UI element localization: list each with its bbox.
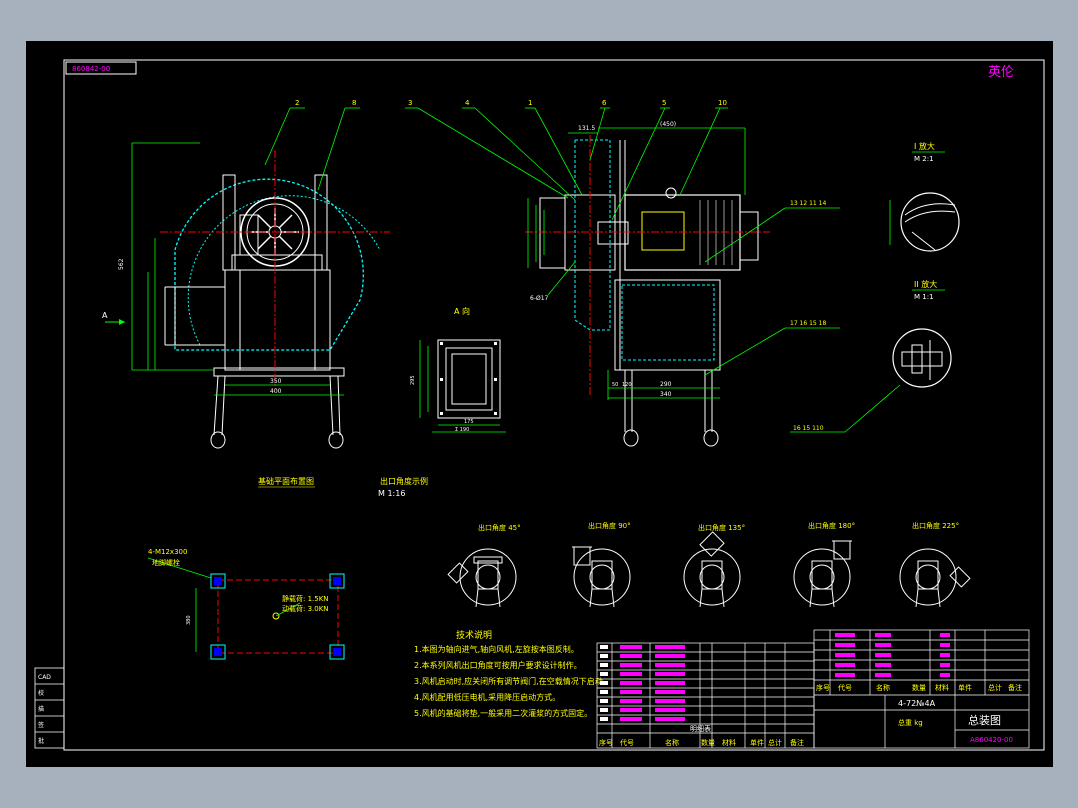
cad-drawing: 860842-00 英伦 CAD 校 描 签 批 562 350 400 A 2… — [34, 59, 1045, 751]
bolt-label: 6-Ø17 — [530, 295, 549, 302]
flange-w1: 175 — [464, 419, 474, 425]
view-a-flange — [419, 339, 506, 433]
callout-5: 5 — [662, 99, 666, 107]
notes-heading: 技术说明 — [456, 629, 492, 641]
outlet-135-label: 出口角度 135° — [698, 523, 745, 532]
outlet-examples — [447, 531, 971, 608]
svg-text:数量: 数量 — [701, 738, 715, 747]
svg-text:备注: 备注 — [1008, 683, 1022, 692]
outlet-180-label: 出口角度 180° — [808, 521, 855, 530]
side-width-2: 340 — [660, 391, 672, 398]
margin-row-4: 签 — [38, 721, 44, 729]
callout-10: 10 — [718, 99, 727, 107]
outlet-225-label: 出口角度 225° — [912, 521, 959, 530]
svg-text:代号: 代号 — [620, 738, 634, 747]
flange-w2: Σ 190 — [455, 427, 469, 433]
outlet-scale: M 1:16 — [378, 489, 405, 498]
load-dynamic: 动载荷: 3.0KN — [282, 604, 329, 613]
detail-ii-label: II 放大 — [914, 279, 937, 289]
outlet-135 — [683, 531, 741, 608]
outlet-45-label: 出口角度 45° — [478, 523, 521, 532]
note-5: 5.风机的基础将垫,一般采用二次灌浆的方式固定。 — [414, 708, 592, 718]
view-a-arrow-label: A — [102, 311, 108, 320]
detail-i — [889, 192, 960, 252]
svg-text:名称: 名称 — [665, 738, 679, 747]
margin-row-2: 校 — [38, 689, 44, 697]
model-name: 4-72№4A — [898, 699, 936, 708]
side-small-2: 120 — [622, 382, 632, 388]
outlet-225 — [899, 548, 971, 608]
title-block-entries — [835, 633, 950, 677]
margin-row-1: CAD — [38, 674, 51, 681]
outlet-45 — [447, 548, 517, 608]
detail-i-scale: M 2:1 — [914, 155, 934, 163]
detail-i-label: I 放大 — [914, 141, 935, 151]
load-static: 静载荷: 1.5KN — [282, 594, 329, 603]
bom-headers: 序号 代号 名称 数量 材料 单件 总计 备注 — [599, 738, 804, 747]
note-4: 4.风机配用低压电机,采用降压启动方式。 — [414, 692, 560, 702]
callout-6: 6 — [602, 99, 607, 107]
foundation-bolt-note: 地脚螺栓 — [152, 558, 180, 567]
callout-group-2: 17 16 15 18 — [790, 320, 826, 327]
foundation-bolts: 4-M12x300 — [148, 548, 187, 556]
svg-text:材料: 材料 — [722, 738, 736, 747]
callout-2: 2 — [295, 99, 299, 107]
outlet-90 — [572, 546, 631, 608]
main-width-dim-1: 350 — [270, 378, 282, 385]
foundation-label: 基础平面布置图 — [258, 476, 314, 486]
corner-mark: 英伦 — [988, 65, 1014, 80]
svg-text:单件: 单件 — [958, 683, 972, 692]
callout-group-1: 13 12 11 14 — [790, 200, 826, 207]
side-dim-motor: (450) — [660, 121, 676, 128]
side-width-1: 290 — [660, 381, 672, 388]
bom-mid-header: 明细表 — [690, 724, 711, 733]
drawing-number: A860420-00 — [970, 736, 1013, 744]
callout-8: 8 — [352, 99, 356, 107]
svg-text:序号: 序号 — [816, 683, 830, 692]
callout-4: 4 — [465, 99, 470, 107]
margin-row-3: 描 — [38, 705, 44, 713]
side-view: 131.5 (450) 290 340 50 120 6-Ø17 — [405, 107, 840, 447]
note-1: 1.本图为轴向进气,轴向风机,左旋按本图反制。 — [414, 644, 579, 654]
bom-content — [600, 645, 685, 721]
flange-h: 295 — [410, 375, 416, 385]
svg-text:单件: 单件 — [750, 738, 764, 747]
top-code-text: 860842-00 — [72, 65, 110, 73]
callout-3: 3 — [408, 99, 412, 107]
drawing-name: 总装图 — [968, 713, 1001, 727]
detail-ii — [790, 328, 952, 433]
main-width-dim-2: 400 — [270, 388, 282, 395]
svg-text:总计: 总计 — [988, 683, 1002, 692]
side-small-1: 50 — [612, 382, 618, 388]
detail-ii-scale: M 1:1 — [914, 293, 934, 301]
view-a-label: A 向 — [454, 306, 470, 316]
side-dim-top: 131.5 — [578, 125, 595, 132]
svg-text:材料: 材料 — [935, 683, 949, 692]
svg-text:数量: 数量 — [912, 683, 926, 692]
outlet-label: 出口角度示例 — [380, 476, 428, 486]
svg-text:备注: 备注 — [790, 738, 804, 747]
outlet-90-label: 出口角度 90° — [588, 521, 631, 530]
svg-text:代号: 代号 — [838, 683, 852, 692]
weight-label: 总重 kg — [898, 718, 923, 727]
margin-row-5: 批 — [38, 737, 44, 745]
svg-text:总计: 总计 — [768, 738, 782, 747]
outlet-180 — [793, 540, 852, 608]
main-height-dim: 562 — [118, 258, 125, 270]
callout-group-3: 16 15 110 — [793, 425, 824, 432]
note-3: 3.风机启动时,应关闭所有调节阀门,在空载情况下启动。 — [414, 676, 611, 686]
note-2: 2.本系列风机出口角度可按用户要求设计制作。 — [414, 660, 582, 670]
title-block-headers: 序号 代号 名称 数量 材料 单件 总计 备注 — [816, 683, 1022, 692]
svg-text:序号: 序号 — [599, 738, 613, 747]
front-view: 562 350 400 A — [102, 107, 390, 449]
foundation-dim: 380 — [186, 615, 192, 625]
callout-1: 1 — [528, 99, 532, 107]
svg-text:名称: 名称 — [876, 683, 890, 692]
